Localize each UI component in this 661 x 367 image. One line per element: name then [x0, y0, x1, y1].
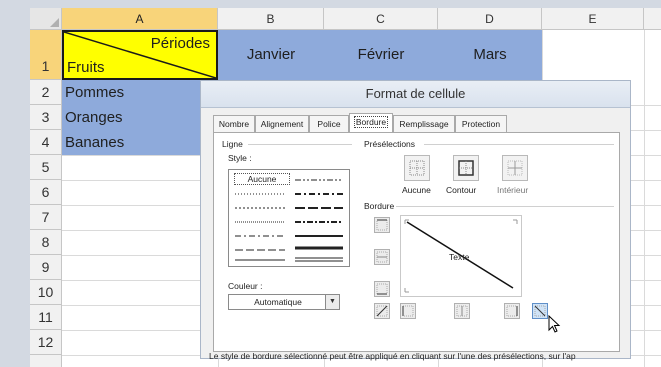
tab-protection[interactable]: Protection — [455, 115, 507, 132]
color-label: Couleur : — [228, 281, 263, 291]
border-middle-horizontal-button[interactable] — [374, 249, 390, 265]
border-outline-icon — [458, 160, 474, 176]
column-header-d[interactable]: D — [438, 8, 542, 30]
border-right-icon — [506, 305, 518, 317]
style-label: Style : — [228, 153, 252, 163]
diagonal-down-icon — [534, 305, 546, 317]
preset-inside-button[interactable] — [502, 155, 528, 181]
border-bottom-button[interactable] — [374, 281, 390, 297]
cell-a1-fruits: Fruits — [67, 59, 105, 76]
row-header-9[interactable]: 9 — [30, 255, 62, 280]
cell-b1[interactable]: Janvier — [218, 30, 324, 80]
border-middle-vertical-button[interactable] — [454, 303, 470, 319]
tab-alignement[interactable]: Alignement — [255, 115, 309, 132]
column-header-f[interactable] — [644, 8, 661, 30]
cell-a1-periodes: Périodes — [150, 35, 210, 52]
border-diagonal-up-button[interactable] — [374, 303, 390, 319]
row-header-11[interactable]: 11 — [30, 305, 62, 330]
preset-none-label: Aucune — [402, 185, 431, 195]
row-header-1[interactable]: 1 — [30, 30, 62, 80]
row-header-2[interactable]: 2 — [30, 80, 62, 105]
tab-bordure[interactable]: Bordure — [349, 113, 393, 133]
border-left-button[interactable] — [400, 303, 416, 319]
border-right-button[interactable] — [504, 303, 520, 319]
column-header-e[interactable]: E — [542, 8, 644, 30]
cell-a3[interactable]: Oranges — [65, 105, 123, 130]
group-separator — [424, 144, 614, 145]
column-header-b[interactable]: B — [218, 8, 324, 30]
color-value: Automatique — [254, 297, 302, 307]
border-tab-pane: Ligne Style : Aucune Couleur: Automatiq… — [213, 132, 620, 352]
border-inside-icon — [507, 160, 523, 176]
cell-a2[interactable]: Pommes — [65, 80, 124, 105]
tab-remplissage[interactable]: Remplissage — [393, 115, 455, 132]
diagonal-up-icon — [376, 305, 388, 317]
border-top-button[interactable] — [374, 217, 390, 233]
column-header-a[interactable]: A — [62, 8, 218, 30]
cell-c1[interactable]: Février — [324, 30, 438, 80]
row-header-7[interactable]: 7 — [30, 205, 62, 230]
preset-outline-button[interactable] — [453, 155, 479, 181]
column-header-c[interactable]: C — [324, 8, 438, 30]
border-none-icon — [409, 160, 425, 176]
border-vertical-icon — [456, 305, 468, 317]
color-dropdown[interactable]: Automatique ▼ — [228, 294, 340, 310]
cell-d1[interactable]: Mars — [438, 30, 542, 80]
preset-outline-label: Contour — [446, 185, 477, 195]
border-left-icon — [402, 305, 414, 317]
presets-group-label: Présélections — [364, 139, 416, 149]
border-group-label: Bordure — [364, 201, 395, 211]
format-cells-dialog: Format de cellule Nombre Alignement Poli… — [200, 80, 631, 361]
row-header-5[interactable]: 5 — [30, 155, 62, 180]
dialog-title: Format de cellule — [201, 81, 630, 108]
line-style-list[interactable]: Aucune — [228, 169, 350, 267]
chevron-down-icon[interactable]: ▼ — [325, 295, 339, 309]
border-bottom-icon — [376, 283, 388, 295]
cell-a4[interactable]: Bananes — [65, 130, 124, 155]
preset-inside-label: Intérieur — [497, 185, 529, 195]
border-diagonal-down-button[interactable] — [532, 303, 548, 319]
group-separator — [248, 144, 352, 145]
row-header-4[interactable]: 4 — [30, 130, 62, 155]
border-horizontal-icon — [376, 251, 388, 263]
row-header-12[interactable]: 12 — [30, 330, 62, 355]
border-preview[interactable]: Texte — [400, 215, 522, 297]
border-top-icon — [376, 219, 388, 231]
preset-none-button[interactable] — [404, 155, 430, 181]
row-header-10[interactable]: 10 — [30, 280, 62, 305]
tab-nombre[interactable]: Nombre — [213, 115, 255, 132]
row-header-8[interactable]: 8 — [30, 230, 62, 255]
line-group-label: Ligne — [222, 139, 243, 149]
tab-police[interactable]: Police — [309, 115, 349, 132]
row-header-3[interactable]: 3 — [30, 105, 62, 130]
row-header-6[interactable]: 6 — [30, 180, 62, 205]
dialog-footer-text: Le style de bordure sélectionné peut êtr… — [209, 351, 576, 361]
line-style-swatches[interactable] — [229, 170, 349, 266]
cell-a1[interactable]: Périodes Fruits — [62, 30, 218, 80]
group-separator — [396, 206, 614, 207]
mouse-cursor-icon — [548, 315, 561, 333]
row-header-13[interactable] — [30, 355, 62, 367]
gridline — [644, 30, 645, 367]
select-all-corner[interactable] — [30, 8, 62, 30]
preview-text: Texte — [449, 252, 470, 262]
